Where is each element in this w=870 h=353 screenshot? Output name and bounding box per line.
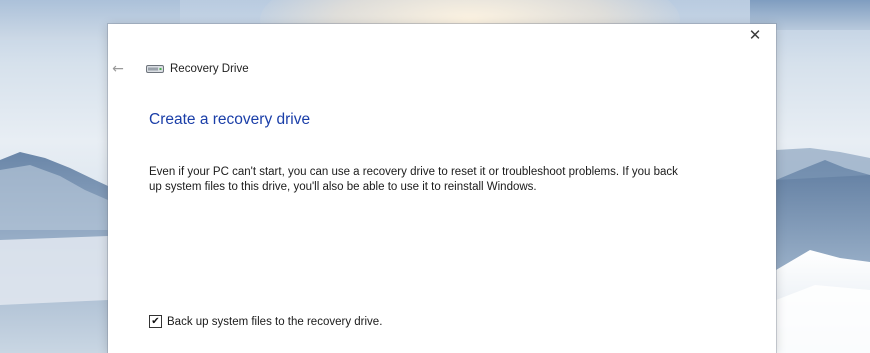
page-heading: Create a recovery drive bbox=[149, 111, 311, 128]
close-icon: ✕ bbox=[748, 26, 762, 44]
close-button[interactable]: ✕ bbox=[738, 24, 772, 46]
backup-system-files-label[interactable]: Back up system files to the recovery dri… bbox=[167, 316, 382, 328]
backup-system-files-checkbox[interactable]: ✔ bbox=[149, 315, 162, 328]
window-title-text: Recovery Drive bbox=[170, 63, 249, 75]
back-button[interactable]: ← bbox=[107, 58, 129, 80]
backup-system-files-option[interactable]: ✔ Back up system files to the recovery d… bbox=[149, 315, 382, 328]
back-arrow-icon: ← bbox=[112, 61, 124, 77]
drive-icon bbox=[146, 65, 164, 73]
description-text: Even if your PC can't start, you can use… bbox=[149, 166, 678, 193]
checkmark-icon: ✔ bbox=[151, 315, 160, 327]
recovery-drive-window: ✕ ← Recovery Drive Create a recovery dri… bbox=[108, 24, 776, 353]
window-title: Recovery Drive bbox=[146, 58, 249, 80]
